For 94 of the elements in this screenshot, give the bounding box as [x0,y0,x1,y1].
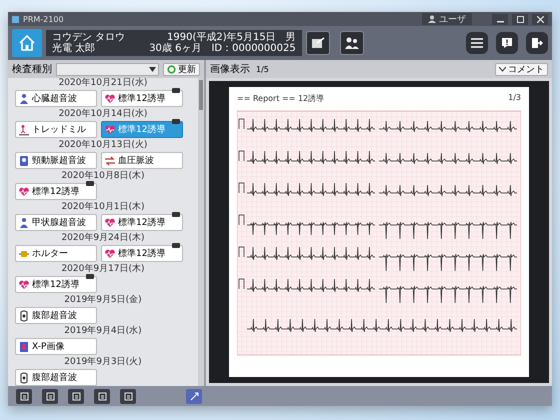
patient-sex: 男 [286,32,296,43]
menu-icon [471,38,483,48]
badge-icon [172,119,180,124]
exam-icon [18,278,30,290]
exam-icon [104,248,116,260]
logout-button[interactable] [526,32,548,54]
close-button[interactable] [532,14,548,24]
patient-name: 光電 太郎 [52,43,96,54]
edit-icon [310,36,325,50]
window-title: PRM-2100 [23,14,64,24]
app-icon [12,16,19,22]
exam-date: 2019年9月4日(水) [63,326,143,337]
maximize-button[interactable] [512,14,528,24]
caret-icon [149,66,156,72]
exam-tile[interactable]: トレッドミル [15,121,97,138]
tool-button[interactable] [16,388,32,404]
exam-icon [18,92,30,104]
alert-button[interactable] [496,32,518,54]
exam-tile[interactable]: 腹部超音波 [15,369,97,386]
minimize-button[interactable] [492,14,508,24]
exam-date: 2020年10月14日(水) [58,109,148,120]
exam-icon [104,124,116,136]
patient-age: 30歳 6ヶ月 [149,43,202,54]
badge-icon [86,181,94,186]
exam-tile[interactable]: 標準12誘導 [101,245,183,262]
exam-icon [18,154,30,166]
exam-icon [18,216,30,228]
exam-icon [104,154,116,166]
exam-tile[interactable]: 心臓超音波 [15,90,97,107]
tool-button[interactable] [68,388,84,404]
viewer-label: 画像表示 [210,62,250,76]
expand-button[interactable] [186,388,202,404]
exam-tile[interactable]: 標準12誘導 [15,183,97,200]
user-badge[interactable]: ユーザ [422,13,472,25]
exam-tile[interactable]: 腹部超音波 [15,307,97,324]
badge-icon [172,212,180,217]
exam-icon [18,186,30,198]
exam-tile[interactable]: X-P画像 [15,338,97,355]
user-icon [428,15,436,23]
exam-date: 2020年10月8日(木) [60,171,146,182]
document-icon [20,392,28,400]
refresh-icon [167,64,176,74]
exam-tile[interactable]: ホルター [15,245,97,262]
exam-date: 2019年9月3日(火) [63,357,143,368]
exam-icon [18,340,30,352]
exam-date: 2020年10月13日(火) [58,140,148,151]
patient-birthdate: 1990(平成2)年5月15日 [167,32,276,43]
patient-select-button[interactable] [306,31,330,55]
refresh-button[interactable]: 更新 [163,62,200,76]
exam-icon [18,310,30,322]
exam-date: 2020年10月21日(水) [58,78,148,89]
document-icon [46,392,54,400]
alert-icon [501,37,513,49]
exam-icon [104,216,116,228]
exam-tile[interactable]: 甲状腺超音波 [15,214,97,231]
document-icon [72,392,80,400]
exam-tile[interactable]: 血圧脈波 [101,152,183,169]
logout-icon [531,37,543,49]
tool-button[interactable] [120,388,136,404]
exam-tile[interactable]: 標準12誘導 [101,214,183,231]
users-icon [344,36,360,50]
exam-tile[interactable]: 頸動脈超音波 [15,152,97,169]
badge-icon [86,274,94,279]
filter-label: 検査種別 [12,62,52,76]
report-title: == Report == 12誘導 [237,93,324,104]
expand-icon [190,392,198,400]
exam-date: 2020年10月1日(木) [60,202,146,213]
chevron-icon [499,66,506,72]
patient-kana: コウデン タロウ [52,32,126,43]
tool-button[interactable] [94,388,110,404]
patient-id: ID：0000000025 [211,43,296,54]
maximize-icon [516,16,524,22]
exam-date: 2019年9月5日(金) [63,295,143,306]
tool-button[interactable] [42,388,58,404]
report-page-number: 1/3 [508,93,521,104]
badge-icon [172,243,180,248]
exam-tile[interactable]: 標準12誘導 [15,276,97,293]
home-icon [19,35,35,51]
badge-icon [172,88,180,93]
exam-date: 2020年9月17日(木) [60,264,146,275]
document-icon [98,392,106,400]
users-button[interactable] [340,31,364,55]
scrollbar[interactable] [198,78,204,386]
home-button[interactable] [12,29,42,57]
exam-icon [18,124,30,136]
exam-date: 2020年9月24日(木) [60,233,146,244]
exam-icon [18,372,30,384]
page-count: 1/5 [256,64,269,74]
exam-icon [104,92,116,104]
menu-button[interactable] [466,32,488,54]
document-icon [124,392,132,400]
close-icon [536,16,544,22]
exam-tile[interactable]: 標準12誘導 [101,90,183,107]
comment-button[interactable]: コメント [495,62,548,76]
